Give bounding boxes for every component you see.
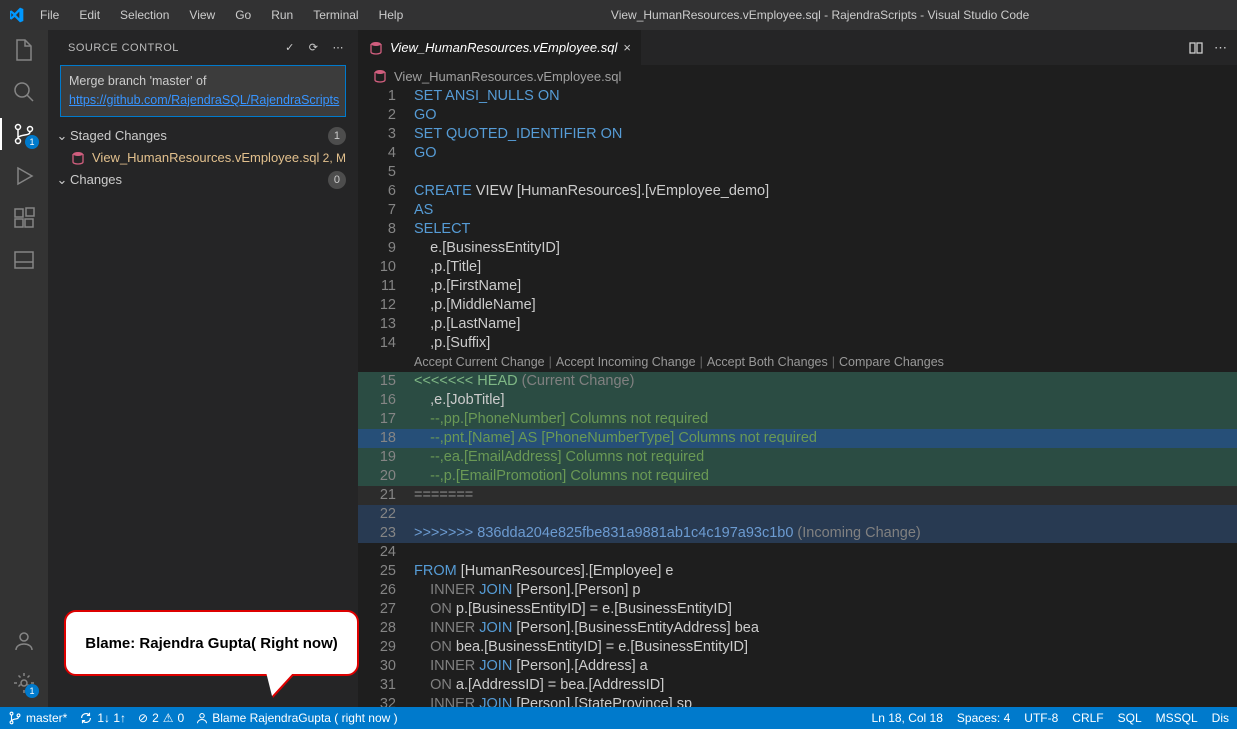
- menu-go[interactable]: Go: [227, 4, 259, 26]
- more-editor-actions-icon[interactable]: ⋯: [1214, 40, 1227, 56]
- manage-badge: 1: [25, 684, 39, 698]
- staged-file-status: 2, M: [323, 151, 346, 165]
- status-bar: master* 1↓ 1↑ ⊘2 ⚠0 Blame RajendraGupta …: [0, 707, 1237, 729]
- commit-action-icon[interactable]: ✓: [285, 41, 295, 54]
- activity-bar: 1 1: [0, 30, 48, 707]
- run-debug-icon[interactable]: [12, 164, 36, 188]
- commit-msg-text: Merge branch 'master' of: [69, 74, 206, 88]
- refresh-icon[interactable]: ⟳: [309, 41, 319, 54]
- callout-text: Blame: Rajendra Gupta( Right now): [85, 635, 338, 652]
- status-encoding[interactable]: UTF-8: [1024, 711, 1058, 725]
- search-icon[interactable]: [12, 80, 36, 104]
- menu-help[interactable]: Help: [371, 4, 412, 26]
- menu-terminal[interactable]: Terminal: [305, 4, 366, 26]
- scm-badge: 1: [25, 135, 39, 149]
- breadcrumb[interactable]: View_HumanResources.vEmployee.sql: [358, 65, 1237, 87]
- staged-count-badge: 1: [328, 127, 346, 145]
- chevron-down-icon: ⌄: [54, 172, 70, 188]
- status-blame[interactable]: Blame RajendraGupta ( right now ): [196, 711, 397, 725]
- status-cursor-pos[interactable]: Ln 18, Col 18: [872, 711, 943, 725]
- compare-changes-link[interactable]: Compare Changes: [839, 353, 944, 372]
- staged-changes-header[interactable]: ⌄ Staged Changes 1: [48, 125, 358, 147]
- commit-message-input[interactable]: Merge branch 'master' of https://github.…: [60, 65, 346, 117]
- menu-file[interactable]: File: [32, 4, 67, 26]
- source-control-icon[interactable]: 1: [12, 122, 36, 146]
- merge-codelens: Accept Current Change| Accept Incoming C…: [358, 353, 1237, 372]
- changes-count-badge: 0: [328, 171, 346, 189]
- menu-view[interactable]: View: [181, 4, 223, 26]
- annotation-callout: Blame: Rajendra Gupta( Right now): [64, 610, 359, 676]
- close-icon[interactable]: ×: [623, 40, 631, 55]
- status-problems[interactable]: ⊘2 ⚠0: [138, 711, 184, 725]
- sql-file-icon: [372, 68, 388, 84]
- code-editor[interactable]: 1SET ANSI_NULLS ON 2GO 3SET QUOTED_IDENT…: [358, 87, 1237, 707]
- accounts-icon[interactable]: [12, 629, 36, 653]
- accept-incoming-link[interactable]: Accept Incoming Change: [556, 353, 696, 372]
- status-connection[interactable]: MSSQL: [1156, 711, 1198, 725]
- status-branch[interactable]: master*: [8, 711, 67, 725]
- editor-tabs: View_HumanResources.vEmployee.sql × ⋯: [358, 30, 1237, 65]
- menu-run[interactable]: Run: [263, 4, 301, 26]
- more-actions-icon[interactable]: ⋯: [333, 41, 345, 54]
- sql-file-icon: [70, 150, 86, 166]
- status-eol[interactable]: CRLF: [1072, 711, 1103, 725]
- accept-both-link[interactable]: Accept Both Changes: [707, 353, 828, 372]
- explorer-icon[interactable]: [12, 38, 36, 62]
- status-sync[interactable]: 1↓ 1↑: [79, 711, 126, 725]
- panel-icon[interactable]: [12, 248, 36, 272]
- staged-changes-label: Staged Changes: [70, 128, 328, 143]
- staged-file-row[interactable]: View_HumanResources.vEmployee.sql 2, M: [48, 147, 358, 169]
- tab-sql-file[interactable]: View_HumanResources.vEmployee.sql ×: [358, 30, 642, 65]
- status-spaces[interactable]: Spaces: 4: [957, 711, 1010, 725]
- status-disconnected[interactable]: Dis: [1212, 711, 1229, 725]
- breadcrumb-file: View_HumanResources.vEmployee.sql: [394, 69, 621, 84]
- menu-edit[interactable]: Edit: [71, 4, 108, 26]
- window-title: View_HumanResources.vEmployee.sql - Raje…: [411, 8, 1229, 22]
- menu-selection[interactable]: Selection: [112, 4, 177, 26]
- tab-label: View_HumanResources.vEmployee.sql: [390, 40, 617, 55]
- sql-file-icon: [368, 40, 384, 56]
- compare-changes-icon[interactable]: [1188, 40, 1204, 56]
- title-bar: File Edit Selection View Go Run Terminal…: [0, 0, 1237, 30]
- editor-area: View_HumanResources.vEmployee.sql × ⋯ Vi…: [358, 30, 1237, 707]
- vscode-logo-icon: [8, 7, 24, 23]
- accept-current-link[interactable]: Accept Current Change: [414, 353, 545, 372]
- commit-msg-link[interactable]: https://github.com/RajendraSQL/RajendraS…: [69, 93, 339, 107]
- chevron-down-icon: ⌄: [54, 128, 70, 144]
- manage-icon[interactable]: 1: [12, 671, 36, 695]
- changes-header[interactable]: ⌄ Changes 0: [48, 169, 358, 191]
- extensions-icon[interactable]: [12, 206, 36, 230]
- source-control-sidebar: SOURCE CONTROL ✓ ⟳ ⋯ Merge branch 'maste…: [48, 30, 358, 707]
- main-menu: File Edit Selection View Go Run Terminal…: [32, 4, 411, 26]
- sidebar-actions: ✓ ⟳ ⋯: [285, 41, 344, 54]
- sidebar-title: SOURCE CONTROL: [68, 42, 179, 54]
- status-language[interactable]: SQL: [1118, 711, 1142, 725]
- staged-file-name: View_HumanResources.vEmployee.sql: [92, 150, 323, 165]
- changes-label: Changes: [70, 172, 328, 187]
